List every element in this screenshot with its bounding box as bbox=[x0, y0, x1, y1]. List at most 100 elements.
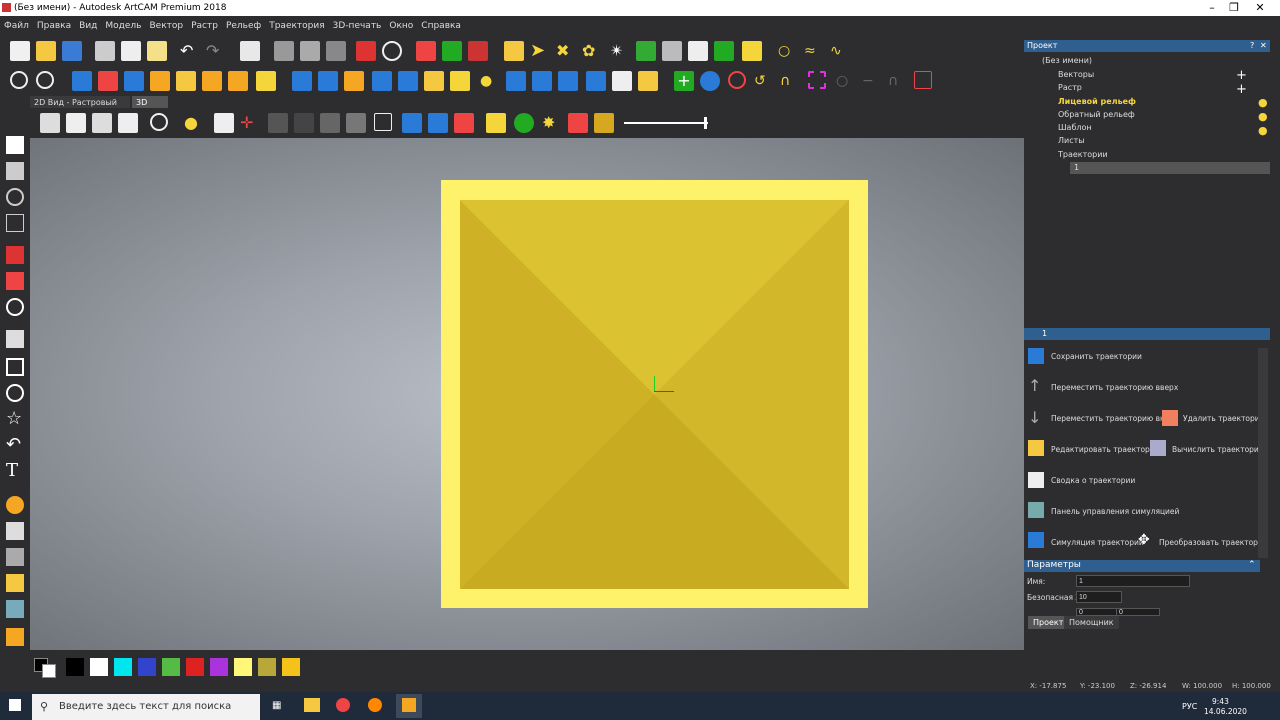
grid-tool-icon[interactable] bbox=[6, 214, 24, 232]
lighting-slider-handle[interactable] bbox=[704, 117, 707, 129]
texture-icon[interactable] bbox=[662, 41, 682, 61]
notes-icon[interactable] bbox=[240, 41, 260, 61]
delete-toolpath-button[interactable]: Удалить траекторию bbox=[1183, 414, 1266, 423]
explorer-icon[interactable] bbox=[304, 698, 320, 712]
save-toolpath-icon[interactable] bbox=[1028, 348, 1044, 364]
scale-icon[interactable] bbox=[424, 71, 444, 91]
undo-icon[interactable]: ↶ bbox=[180, 41, 200, 61]
swatch-olive[interactable] bbox=[258, 658, 276, 676]
grid-icon[interactable] bbox=[326, 41, 346, 61]
spark-icon[interactable]: ✸ bbox=[542, 113, 562, 133]
smooth-icon[interactable] bbox=[292, 71, 312, 91]
menu-file[interactable]: Файл bbox=[0, 16, 33, 36]
offset-icon[interactable] bbox=[372, 71, 392, 91]
bracket-icon[interactable]: ∩ bbox=[780, 71, 800, 91]
relief-combine-icon[interactable] bbox=[468, 41, 488, 61]
bulb-template-icon[interactable]: ● bbox=[1258, 124, 1268, 137]
book-icon[interactable] bbox=[638, 71, 658, 91]
save-toolpath-button[interactable]: Сохранить траектории bbox=[1051, 352, 1142, 361]
yellow-block-icon[interactable] bbox=[742, 41, 762, 61]
tilt-icon[interactable] bbox=[398, 71, 418, 91]
relief-tool-icon[interactable] bbox=[416, 41, 436, 61]
node-edit-icon[interactable] bbox=[6, 162, 24, 180]
select-box-icon[interactable] bbox=[808, 71, 826, 89]
move-down-button[interactable]: Переместить траекторию вниз bbox=[1051, 414, 1174, 423]
help-icon[interactable]: ? bbox=[1250, 41, 1254, 50]
texture-relief-icon[interactable] bbox=[450, 71, 470, 91]
calculator-icon[interactable] bbox=[1150, 440, 1166, 456]
swatch-red[interactable] bbox=[186, 658, 204, 676]
tree-toolpaths[interactable]: Траектории bbox=[1058, 150, 1108, 159]
circle-icon[interactable] bbox=[6, 384, 24, 402]
mesh-icon[interactable] bbox=[506, 71, 526, 91]
align-icon[interactable] bbox=[300, 41, 320, 61]
magnify-icon[interactable] bbox=[6, 298, 24, 316]
view-side-icon[interactable] bbox=[118, 113, 138, 133]
view-iso-icon[interactable] bbox=[40, 113, 60, 133]
add-vector-icon[interactable]: + bbox=[1236, 68, 1247, 83]
sculpt-icon[interactable] bbox=[318, 71, 338, 91]
scissors-icon[interactable]: ✖ bbox=[556, 41, 576, 61]
transform-arrows-icon[interactable]: ✥ bbox=[1138, 532, 1154, 548]
arc-icon[interactable]: ↺ bbox=[754, 71, 774, 91]
swatch-blue[interactable] bbox=[138, 658, 156, 676]
tree-front-relief[interactable]: Лицевой рельеф bbox=[1058, 97, 1136, 106]
bulb-back-icon[interactable]: ● bbox=[1258, 110, 1268, 123]
actions-scrollbar[interactable] bbox=[1258, 348, 1268, 558]
green-block-icon[interactable] bbox=[714, 41, 734, 61]
menu-relief[interactable]: Рельеф bbox=[222, 16, 265, 36]
mirror-icon[interactable] bbox=[586, 71, 606, 91]
tree-root[interactable]: (Без имени) bbox=[1042, 56, 1092, 65]
swatch-black[interactable] bbox=[66, 658, 84, 676]
zoom-icon[interactable] bbox=[10, 71, 28, 89]
axis-icon[interactable]: ✛ bbox=[240, 113, 260, 133]
menu-model[interactable]: Модель bbox=[101, 16, 145, 36]
star-shape-icon[interactable]: ☆ bbox=[6, 410, 24, 428]
weld-icon[interactable] bbox=[700, 71, 720, 91]
menu-toolpath[interactable]: Траектория bbox=[265, 16, 328, 36]
surface-icon[interactable] bbox=[346, 113, 366, 133]
point-icon[interactable]: ● bbox=[480, 71, 500, 91]
target-icon[interactable] bbox=[728, 71, 746, 89]
swatch-green[interactable] bbox=[162, 658, 180, 676]
tab-assistant[interactable]: Помощник bbox=[1064, 616, 1119, 629]
polyline-icon[interactable] bbox=[6, 330, 24, 348]
save-icon[interactable] bbox=[62, 41, 82, 61]
edit-toolpath-button[interactable]: Редактировать траекторию bbox=[1051, 445, 1161, 454]
summary-icon[interactable] bbox=[1028, 472, 1044, 488]
path-icon[interactable]: ∿ bbox=[830, 41, 850, 61]
two-rail-icon[interactable] bbox=[202, 71, 222, 91]
fade-icon[interactable] bbox=[344, 71, 364, 91]
color-triangle-icon[interactable] bbox=[568, 113, 588, 133]
view-front-icon[interactable] bbox=[92, 113, 112, 133]
brush-icon[interactable] bbox=[6, 522, 24, 540]
name-input[interactable] bbox=[1076, 575, 1190, 587]
nodes-icon[interactable]: ○ bbox=[778, 41, 798, 61]
params-header[interactable]: Параметры ⌃ bbox=[1024, 560, 1260, 572]
split-icon[interactable] bbox=[532, 71, 552, 91]
menu-help[interactable]: Справка bbox=[417, 16, 465, 36]
light-icon[interactable]: ● bbox=[184, 113, 204, 133]
menu-3d-print[interactable]: 3D-печать bbox=[329, 16, 386, 36]
snap-icon[interactable] bbox=[382, 41, 402, 61]
relief-erase-icon[interactable] bbox=[98, 71, 118, 91]
tree-template[interactable]: Шаблон bbox=[1058, 123, 1092, 132]
view-top-icon[interactable] bbox=[66, 113, 86, 133]
add-icon[interactable]: + bbox=[674, 71, 694, 91]
tree-back-relief[interactable]: Обратный рельеф bbox=[1058, 110, 1135, 119]
tree-sheets[interactable]: Листы bbox=[1058, 136, 1085, 145]
swatch-white[interactable] bbox=[90, 658, 108, 676]
calculate-toolpath-button[interactable]: Вычислить траекторию bbox=[1172, 445, 1265, 454]
new-file-icon[interactable] bbox=[10, 41, 30, 61]
weave-icon[interactable] bbox=[228, 71, 248, 91]
relief-layer-icon[interactable] bbox=[442, 41, 462, 61]
spin-icon[interactable] bbox=[150, 71, 170, 91]
block-icon[interactable] bbox=[688, 41, 708, 61]
blue-star-icon[interactable] bbox=[402, 113, 422, 133]
stack-icon[interactable] bbox=[612, 71, 632, 91]
arrow-down-icon[interactable]: ↓ bbox=[1028, 410, 1044, 426]
layers-icon[interactable] bbox=[558, 71, 578, 91]
swatch-light-yellow[interactable] bbox=[234, 658, 252, 676]
paste-icon[interactable] bbox=[147, 41, 167, 61]
eraser-icon[interactable] bbox=[6, 600, 24, 618]
